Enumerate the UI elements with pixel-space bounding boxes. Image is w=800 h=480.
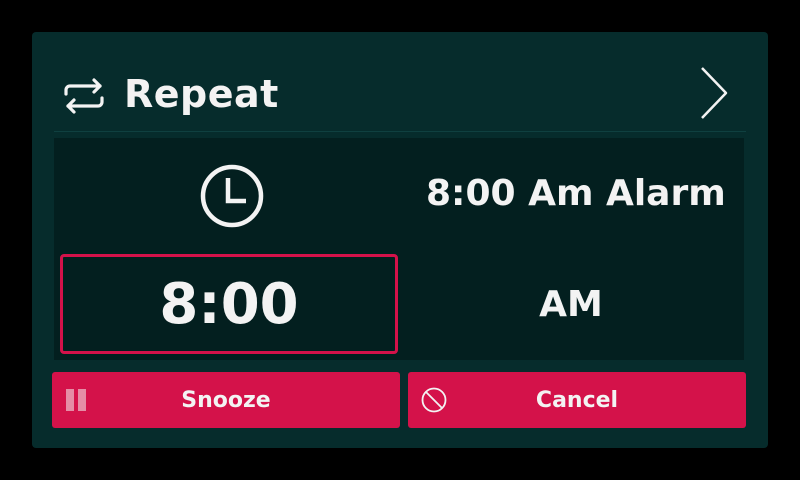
- alarm-card: 8:00 Am Alarm 8:00 AM: [54, 138, 744, 360]
- snooze-button[interactable]: Snooze: [52, 372, 400, 428]
- time-selector[interactable]: 8:00: [60, 254, 398, 354]
- alarm-panel: Repeat 8:00 Am Alarm 8:00 AM Snooze Canc…: [32, 32, 768, 448]
- alarm-name: 8:00 Am Alarm: [426, 173, 726, 214]
- cancel-icon: [421, 387, 447, 413]
- snooze-label: Snooze: [181, 387, 271, 413]
- chevron-right-icon[interactable]: [694, 62, 736, 124]
- pause-icon: [66, 389, 86, 411]
- cancel-button[interactable]: Cancel: [408, 372, 746, 428]
- clock-icon: [200, 164, 264, 228]
- am-pm-selector[interactable]: AM: [398, 254, 744, 354]
- page-title: Repeat: [124, 72, 279, 116]
- header: Repeat: [32, 32, 768, 132]
- alarm-time: 8:00: [159, 271, 299, 337]
- repeat-icon: [64, 78, 104, 114]
- cancel-label: Cancel: [535, 387, 619, 413]
- header-divider: [54, 131, 746, 132]
